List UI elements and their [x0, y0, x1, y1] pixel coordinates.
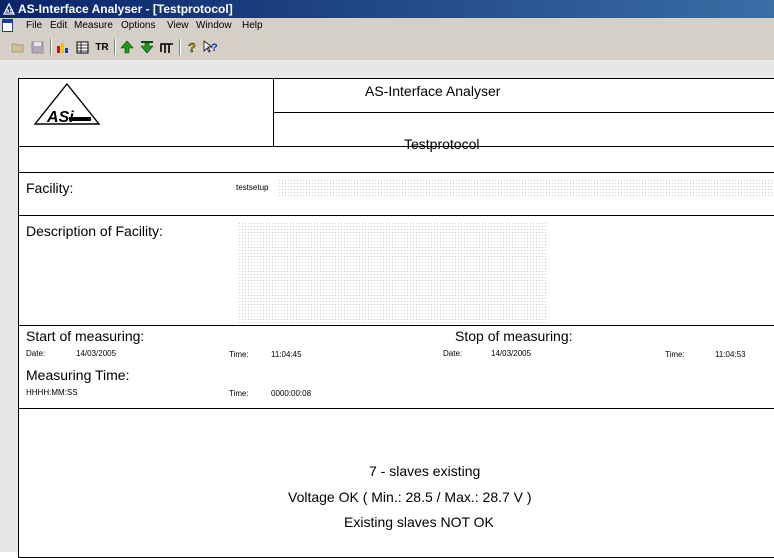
start-time-label: Time: [229, 350, 249, 359]
menu-file[interactable]: File [26, 20, 42, 31]
facility-value: testsetup [236, 183, 269, 192]
svg-text:AS: AS [6, 9, 14, 15]
row-divider [19, 215, 774, 216]
report-header: AS-Interface Analyser [365, 83, 501, 99]
menu-bar: File Edit Measure Options View Window He… [0, 18, 774, 34]
menu-measure[interactable]: Measure [74, 20, 113, 31]
measuring-time-value: 0000:00:08 [271, 389, 312, 398]
stop-time: 11:04:53 [715, 350, 746, 359]
measuring-time-label: Measuring Time: [26, 367, 130, 383]
help-icon[interactable]: ? [184, 39, 200, 55]
app-icon[interactable]: AS [3, 3, 15, 15]
document-icon[interactable] [2, 19, 13, 32]
row-divider [19, 408, 774, 409]
menu-edit[interactable]: Edit [50, 20, 67, 31]
svg-text:?: ? [211, 42, 218, 54]
tr-icon[interactable]: TR [94, 39, 110, 55]
save-icon[interactable] [29, 39, 45, 55]
window-title: AS-Interface Analyser - [Testprotocol] [18, 2, 233, 16]
menu-options[interactable]: Options [121, 20, 155, 31]
row-divider [19, 172, 774, 173]
start-date-label: Date: [26, 349, 46, 358]
menu-view[interactable]: View [167, 20, 189, 31]
row-divider [19, 146, 774, 147]
protocol-sheet: ASi AS-Interface Analyser Testprotocol F… [18, 78, 774, 558]
whats-this-icon[interactable]: ? [203, 39, 219, 55]
menu-window[interactable]: Window [196, 20, 232, 31]
facility-field-background [278, 179, 774, 197]
protocol-title: Testprotocol [404, 136, 480, 152]
toolbar: TR ? ? [0, 34, 774, 61]
table-icon[interactable] [74, 39, 90, 55]
trigger-icon[interactable] [159, 39, 175, 55]
stop-time-label: Time: [665, 350, 685, 359]
measuring-time-format: HHHH:MM:SS [26, 388, 78, 397]
facility-label: Facility: [26, 180, 74, 196]
title-bar[interactable]: AS AS-Interface Analyser - [Testprotocol… [0, 0, 774, 18]
start-label: Start of measuring: [26, 328, 145, 344]
toolbar-separator [50, 39, 52, 55]
description-field [238, 222, 548, 324]
start-time: 11:04:45 [271, 350, 302, 359]
open-icon[interactable] [10, 39, 26, 55]
measuring-time-time-label: Time: [229, 389, 249, 398]
start-date: 14/03/2005 [76, 349, 117, 358]
slaves-existing-text: 7 - slaves existing [369, 463, 481, 479]
toolbar-separator [114, 39, 116, 55]
down-arrow-icon[interactable] [139, 39, 155, 55]
stop-label: Stop of measuring: [455, 328, 573, 344]
slaves-status-text: Existing slaves NOT OK [344, 514, 494, 530]
menu-help[interactable]: Help [242, 20, 263, 31]
stop-date: 14/03/2005 [491, 349, 532, 358]
voltage-status-text: Voltage OK ( Min.: 28.5 / Max.: 28.7 V ) [288, 489, 532, 505]
chart-icon[interactable] [55, 39, 71, 55]
row-divider [19, 325, 774, 326]
header-divider [273, 112, 774, 113]
svg-text:?: ? [188, 40, 196, 54]
up-arrow-icon[interactable] [119, 39, 135, 55]
asi-logo: ASi [33, 82, 101, 126]
toolbar-separator [179, 39, 181, 55]
stop-date-label: Date: [443, 349, 463, 358]
description-label: Description of Facility: [26, 223, 163, 239]
